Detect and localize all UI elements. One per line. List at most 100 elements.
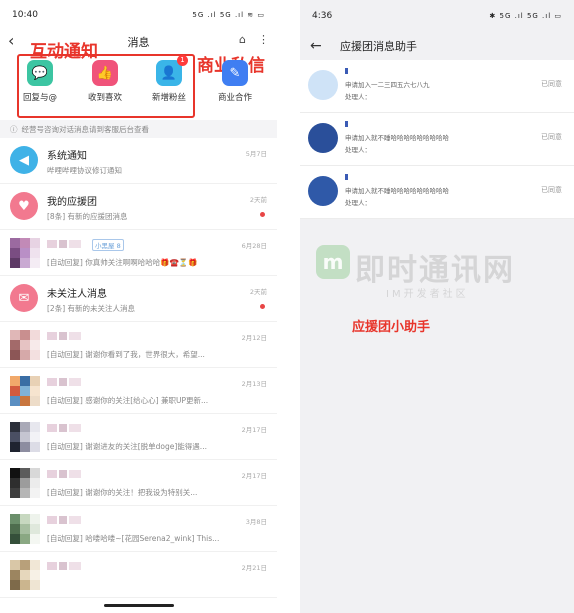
conversation-row[interactable]: [自动回复] 谢谢你看到了我，世界很大，希望... 2月12日 (0, 322, 277, 368)
conversation-row[interactable]: [自动回复] 谢谢你的关注！把我设为特别关... 2月17日 (0, 460, 277, 506)
application-text: 申请加入就不睡哈哈哈哈哈哈哈哈哈 (345, 187, 449, 195)
conversation-preview: [2条] 有新的未关注人消息 (47, 304, 136, 313)
annotation-assistant: 应援团小助手 (352, 320, 431, 335)
quick-actions: 💬 回复与@ 👍 收到喜欢 👤 1 新增粉丝 ✎ 商业合作 (0, 54, 277, 120)
quick-label: 新增粉丝 (151, 93, 186, 103)
avatar (10, 560, 40, 590)
application-text: 申请加入一二三四五六七八九 (345, 81, 430, 89)
watermark-subtitle: IM开发者社区 (386, 289, 469, 300)
conversation-name: 我的应援团 (47, 197, 97, 208)
application-row[interactable]: 申请加入就不睡哈哈哈哈哈哈哈哈哈 处理人： 已同意 (300, 166, 574, 219)
page-title: 消息 (127, 36, 150, 49)
shop-icon[interactable]: ⌂ (239, 33, 246, 46)
conversation-row[interactable]: 小黑屋 8 [自动回复] 你真帅关注啊啊哈哈哈🎁☎️⏳🎁 6月28日 (0, 230, 277, 276)
watermark-logo: m (316, 245, 350, 279)
quick-label: 收到喜欢 (87, 93, 122, 103)
blurred-nickname (345, 68, 348, 74)
handler-label: 处理人： (345, 199, 371, 207)
conversation-preview: [自动回复] 感谢你的关注[给心心] 兼职UP更新... (47, 396, 209, 405)
message-list: ◀ 系统通知 哔哩哔哩协议修订通知 5月7日 ♥ 我的应援团 [8条] 有新的应援团消息 2天… (0, 138, 277, 598)
unread-dot (260, 304, 265, 309)
quick-likes[interactable]: 👍 收到喜欢 (75, 60, 135, 103)
conversation-row[interactable]: 2月21日 (0, 552, 277, 598)
approval-status: 已同意 (541, 133, 562, 141)
home-indicator (103, 604, 174, 607)
blurred-name (47, 240, 81, 248)
thumbs-up-icon: 👍 (92, 60, 118, 86)
header-actions: ⌂ ⋮ (239, 33, 269, 46)
avatar (308, 70, 338, 100)
conversation-time: 2月17日 (241, 472, 267, 480)
avatar: ◀ (10, 146, 38, 174)
conversation-preview: [自动回复] 谢谢你的关注！把我设为特别关... (47, 488, 198, 497)
application-row[interactable]: 申请加入就不睡哈哈哈哈哈哈哈哈哈 处理人： 已同意 (300, 113, 574, 166)
conversation-preview: 哔哩哔哩协议修订通知 (47, 166, 122, 175)
conversation-preview: [自动回复] 谢谢进友的关注[脱单doge]能得遇... (47, 442, 207, 451)
user-icon: 👤 1 (156, 55, 188, 86)
conversation-time: 2月17日 (241, 426, 267, 434)
blurred-nickname (345, 121, 348, 127)
quick-business[interactable]: ✎ 商业合作 (205, 60, 265, 103)
conversation-preview: [8条] 有新的应援团消息 (47, 212, 128, 221)
avatar (10, 330, 40, 360)
conversation-time: 2月12日 (241, 334, 267, 342)
blurred-name (47, 470, 81, 478)
notice-text: 经营号咨询对话消息请到客服后台查看 (21, 124, 150, 134)
approval-status: 已同意 (541, 186, 562, 194)
conversation-name: 系统通知 (47, 151, 87, 162)
conversation-time: 2天前 (249, 288, 267, 296)
application-list: 申请加入一二三四五六七八九 处理人： 已同意 申请加入就不睡哈哈哈哈哈哈哈哈哈 处理人：… (300, 60, 574, 219)
blurred-name (47, 516, 81, 524)
blurred-name (47, 562, 81, 570)
avatar (10, 238, 40, 268)
conversation-row[interactable]: ◀ 系统通知 哔哩哔哩协议修订通知 5月7日 (0, 138, 277, 184)
back-icon[interactable]: ‹ (8, 30, 14, 52)
conversation-time: 2月13日 (241, 380, 267, 388)
conversation-time: 6月28日 (241, 242, 267, 250)
service-notice[interactable]: ⓘ 经营号咨询对话消息请到客服后台查看 (0, 120, 277, 138)
conversation-row[interactable]: ✉ 未关注人消息 [2条] 有新的未关注人消息 2天前 (0, 276, 277, 322)
conversation-row[interactable]: [自动回复] 感谢你的关注[给心心] 兼职UP更新... 2月13日 (0, 368, 277, 414)
application-row[interactable]: 申请加入一二三四五六七八九 处理人： 已同意 (300, 60, 574, 113)
conversation-preview: [自动回复] 你真帅关注啊啊哈哈哈🎁☎️⏳🎁 (47, 258, 198, 267)
conversation-time: 2月21日 (241, 564, 267, 572)
back-icon[interactable]: ← (310, 38, 322, 54)
application-text: 申请加入就不睡哈哈哈哈哈哈哈哈哈 (345, 134, 449, 142)
avatar: ♥ (10, 192, 38, 220)
quick-label: 商业合作 (217, 93, 252, 103)
avatar (10, 514, 40, 544)
quick-label: 回复与@ (22, 93, 57, 103)
status-icons: ✱ 5G .ıl 5G .ıl ▭ (489, 12, 562, 20)
avatar (10, 468, 40, 498)
new-fans-badge: 1 (177, 55, 188, 66)
avatar (308, 123, 338, 153)
blurred-nickname (345, 174, 348, 180)
info-icon: ⓘ (10, 124, 18, 134)
handler-label: 处理人： (345, 93, 371, 101)
quick-reply-mention[interactable]: 💬 回复与@ (10, 60, 70, 103)
status-bar: 4:36 ✱ 5G .ıl 5G .ıl ▭ (300, 0, 574, 32)
watermark-title: 即时通讯网 (355, 253, 515, 288)
conversation-row[interactable]: [自动回复] 哈喽哈喽~[花园Serena2_wink] This... 3月8日 (0, 506, 277, 552)
unread-dot (260, 212, 265, 217)
approval-status: 已同意 (541, 80, 562, 88)
quick-new-fans[interactable]: 👤 1 新增粉丝 (139, 55, 199, 103)
business-icon: ✎ (222, 60, 248, 86)
reply-icon: 💬 (27, 60, 53, 86)
conversation-row[interactable]: ♥ 我的应援团 [8条] 有新的应援团消息 2天前 (0, 184, 277, 230)
status-time: 4:36 (312, 11, 333, 21)
conversation-time: 3月8日 (245, 518, 267, 526)
messages-screen: 10:40 5G .ıl 5G .ıl ≋ ▭ ‹ 消息 ⌂ ⋮ 互动通知 商业… (0, 0, 277, 613)
status-time: 10:40 (12, 10, 38, 20)
status-icons: 5G .ıl 5G .ıl ≋ ▭ (192, 11, 265, 19)
support-assistant-screen: 4:36 ✱ 5G .ıl 5G .ıl ▭ ← 应援团消息助手 申请加入一二三… (300, 0, 574, 613)
conversation-row[interactable]: [自动回复] 谢谢进友的关注[脱单doge]能得遇... 2月17日 (0, 414, 277, 460)
conversation-name: 未关注人消息 (47, 289, 107, 300)
status-bar: 10:40 5G .ıl 5G .ıl ≋ ▭ (0, 0, 277, 30)
avatar: ✉ (10, 284, 38, 312)
more-icon[interactable]: ⋮ (258, 33, 269, 46)
blurred-name (47, 332, 81, 340)
conversation-preview: [自动回复] 谢谢你看到了我，世界很大，希望... (47, 350, 205, 359)
avatar (308, 176, 338, 206)
avatar (10, 422, 40, 452)
